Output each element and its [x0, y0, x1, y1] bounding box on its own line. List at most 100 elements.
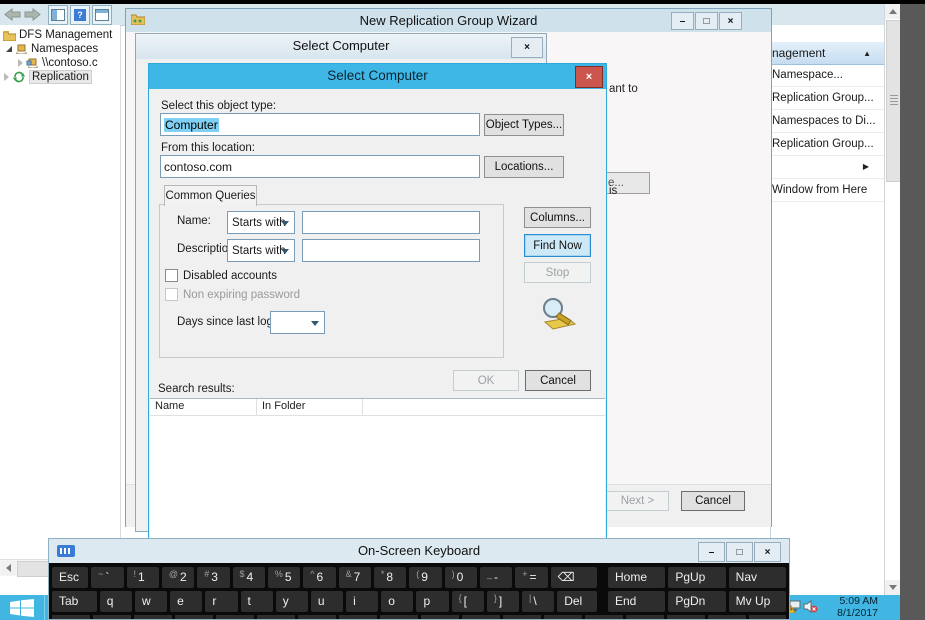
disabled-accounts-checkbox[interactable] [165, 269, 178, 282]
object-types-button[interactable]: Object Types... [484, 114, 564, 136]
object-type-field[interactable]: Computer [160, 113, 480, 136]
key-8[interactable]: *8 [374, 567, 406, 588]
vm-vertical-scrollbar[interactable] [884, 4, 901, 595]
scroll-left-button[interactable] [1, 561, 16, 575]
next-button[interactable]: Next > [606, 491, 669, 511]
name-input[interactable] [302, 211, 480, 234]
non-expiring-password-checkbox[interactable] [165, 288, 178, 301]
forward-icon[interactable] [24, 8, 41, 21]
dialog-title: Select Computer [149, 68, 606, 83]
key-7[interactable]: &7 [339, 567, 371, 588]
key-`[interactable]: ~` [91, 567, 123, 588]
new-window-button[interactable] [92, 5, 112, 25]
action-item-namespaces-to-di[interactable]: Namespaces to Di... [771, 110, 885, 133]
osk-minimize-button[interactable]: – [698, 542, 725, 562]
expand-icon[interactable] [6, 46, 12, 52]
scroll-up-button[interactable] [885, 4, 901, 19]
dialog-cancel-button[interactable]: Cancel [525, 370, 591, 391]
key-PgDn[interactable]: PgDn [668, 591, 725, 612]
expand-icon[interactable] [18, 59, 23, 67]
help-button[interactable]: ? [70, 5, 90, 25]
key-3[interactable]: #3 [197, 567, 229, 588]
expand-icon[interactable] [4, 73, 9, 81]
dialog-close-button[interactable]: × [575, 66, 603, 88]
column-name[interactable]: Name [150, 399, 257, 415]
minimize-button[interactable]: – [671, 12, 694, 30]
key-Nav[interactable]: Nav [729, 567, 786, 588]
help-icon: ? [74, 9, 86, 21]
description-input[interactable] [302, 239, 480, 262]
name-operator-dropdown[interactable]: Starts with [227, 211, 295, 234]
key-q[interactable]: q [100, 591, 132, 612]
key-9[interactable]: (9 [409, 567, 441, 588]
tree-item-replication[interactable]: Replication [0, 70, 120, 84]
key-u[interactable]: u [311, 591, 343, 612]
osk-title-bar[interactable]: On-Screen Keyboard – □ × [49, 539, 789, 563]
days-since-logon-dropdown[interactable] [270, 311, 325, 334]
location-field[interactable]: contoso.com [160, 155, 480, 178]
stop-button[interactable]: Stop [524, 262, 591, 283]
action-item-replication-group[interactable]: Replication Group... [771, 87, 885, 110]
dialog-title-bar[interactable]: Select Computer × [149, 64, 606, 89]
key-Mv Up[interactable]: Mv Up [729, 591, 786, 612]
namespace-server-icon [26, 58, 39, 69]
key-⌫[interactable]: ⌫ [551, 567, 597, 588]
key-=[interactable]: += [515, 567, 547, 588]
back-icon[interactable] [4, 8, 21, 21]
key-[[interactable]: {[ [452, 591, 484, 612]
show-hide-tree-button[interactable] [48, 5, 68, 25]
column-in-folder[interactable]: In Folder [257, 399, 363, 415]
key-PgUp[interactable]: PgUp [668, 567, 725, 588]
tab-common-queries[interactable]: Common Queries [164, 185, 257, 206]
key-i[interactable]: i [346, 591, 378, 612]
key--[interactable]: _- [480, 567, 512, 588]
key-w[interactable]: w [135, 591, 167, 612]
outer-close-button[interactable]: × [511, 37, 543, 58]
key-4[interactable]: $4 [233, 567, 265, 588]
maximize-button[interactable]: □ [695, 12, 718, 30]
action-item-window-from-here[interactable]: Window from Here [771, 179, 885, 202]
key-Del[interactable]: Del [557, 591, 597, 612]
key-\[interactable]: |\ [522, 591, 554, 612]
osk-maximize-button[interactable]: □ [726, 542, 753, 562]
action-item-replication-group[interactable]: Replication Group... [771, 133, 885, 156]
close-button[interactable]: × [719, 12, 742, 30]
locations-button[interactable]: Locations... [484, 156, 564, 178]
osk-close-button[interactable]: × [754, 542, 781, 562]
volume-muted-icon[interactable] [803, 600, 818, 613]
key-2[interactable]: @2 [162, 567, 194, 588]
key-Esc[interactable]: Esc [52, 567, 88, 588]
key-p[interactable]: p [416, 591, 448, 612]
outer-dialog-title-bar[interactable]: Select Computer × [136, 34, 546, 59]
key-e[interactable]: e [170, 591, 202, 612]
key-Home[interactable]: Home [608, 567, 665, 588]
tree-item-dfs-management[interactable]: DFS Management [0, 28, 120, 42]
key-5[interactable]: %5 [268, 567, 300, 588]
key-6[interactable]: ^6 [303, 567, 335, 588]
key-End[interactable]: End [608, 591, 665, 612]
wizard-cancel-button[interactable]: Cancel [681, 491, 745, 511]
action-item-submenu[interactable]: ▶ [771, 156, 885, 179]
scroll-down-button[interactable] [885, 580, 901, 595]
key-][interactable]: }] [487, 591, 519, 612]
search-results-list[interactable]: Name In Folder [150, 398, 605, 541]
action-item-namespace[interactable]: Namespace... [771, 64, 885, 87]
find-now-button[interactable]: Find Now [524, 234, 591, 257]
columns-button[interactable]: Columns... [524, 207, 591, 228]
wizard-title-bar[interactable]: New Replication Group Wizard – □ × [126, 9, 771, 32]
actions-panel-header[interactable]: nagement ▲ [771, 42, 885, 65]
description-operator-dropdown[interactable]: Starts with [227, 239, 295, 262]
tree-item-namespaces[interactable]: Namespaces [0, 42, 120, 56]
tree-item-contoso-namespace[interactable]: \\contoso.c [0, 56, 120, 70]
collapse-arrow-icon[interactable]: ▲ [863, 49, 871, 58]
key-0[interactable]: )0 [445, 567, 477, 588]
key-t[interactable]: t [241, 591, 273, 612]
ok-button[interactable]: OK [453, 370, 519, 391]
start-button[interactable] [0, 595, 45, 620]
taskbar-clock[interactable]: 5:09 AM 8/1/2017 [818, 596, 878, 619]
key-Tab[interactable]: Tab [52, 591, 97, 612]
key-r[interactable]: r [205, 591, 237, 612]
key-o[interactable]: o [381, 591, 413, 612]
key-1[interactable]: !1 [127, 567, 159, 588]
key-y[interactable]: y [276, 591, 308, 612]
